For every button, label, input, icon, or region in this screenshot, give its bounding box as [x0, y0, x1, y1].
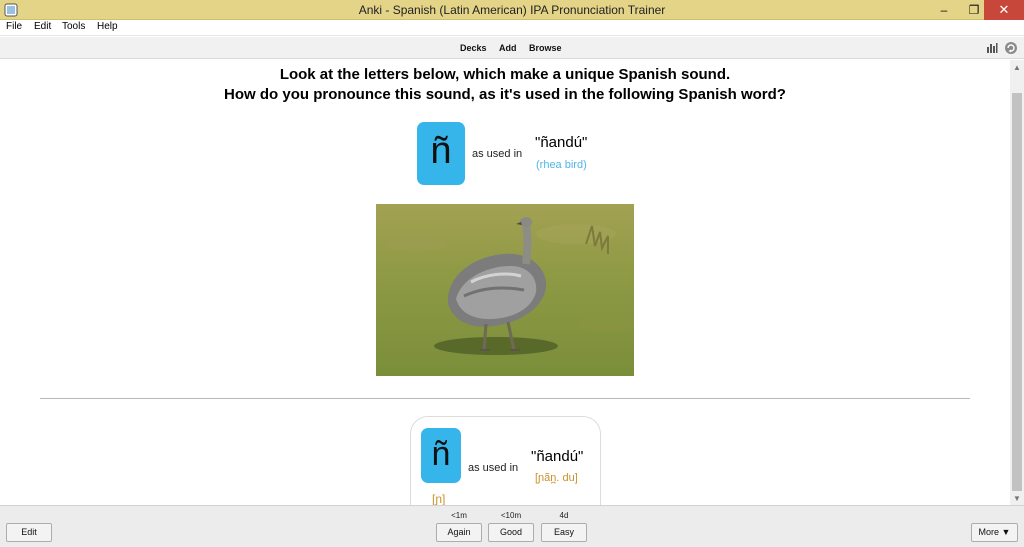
as-used-in-label: as used in	[472, 148, 523, 160]
rhea-bird-photo	[376, 204, 634, 376]
question-line-2: How do you pronounce this sound, as it's…	[224, 86, 786, 103]
menu-bar: File Edit Tools Help	[0, 20, 1024, 36]
more-button[interactable]: More ▼	[971, 523, 1018, 542]
again-button[interactable]: Again	[436, 523, 482, 542]
answer-divider	[40, 398, 970, 399]
title-bar: Anki - Spanish (Latin American) IPA Pron…	[0, 0, 1024, 20]
again-interval: <1m	[451, 511, 467, 520]
stats-icon[interactable]	[986, 42, 998, 54]
minimize-button[interactable]: –	[930, 0, 958, 20]
scroll-up-arrow-icon[interactable]: ▲	[1013, 63, 1021, 72]
vertical-scrollbar[interactable]: ▲ ▼	[1010, 60, 1024, 505]
letter-tile: ñ	[417, 122, 465, 185]
answer-example-word: "ñandú"	[531, 448, 584, 465]
menu-help[interactable]: Help	[97, 21, 118, 32]
menu-tools[interactable]: Tools	[62, 21, 85, 32]
card-view: Look at the letters below, which make a …	[0, 60, 1010, 505]
decks-link[interactable]: Decks	[460, 43, 487, 53]
easy-button[interactable]: Easy	[541, 523, 587, 542]
question-line-1: Look at the letters below, which make a …	[279, 66, 731, 83]
review-bottom-bar: Edit <1m <10m 4d Again Good Easy More ▼	[0, 505, 1024, 547]
edit-card-button[interactable]: Edit	[6, 523, 52, 542]
sync-icon[interactable]	[1004, 41, 1018, 55]
window-title: Anki - Spanish (Latin American) IPA Pron…	[358, 3, 666, 17]
easy-interval: 4d	[559, 511, 569, 520]
answer-letter-tile: ñ	[421, 428, 461, 483]
scroll-thumb[interactable]	[1012, 93, 1022, 491]
add-link[interactable]: Add	[499, 43, 517, 53]
menu-edit[interactable]: Edit	[34, 21, 51, 32]
word-gloss: (rhea bird)	[536, 159, 587, 171]
good-interval: <10m	[500, 511, 522, 520]
browse-link[interactable]: Browse	[529, 43, 562, 53]
close-button[interactable]: ✕	[984, 0, 1024, 20]
answer-ipa-sound: [ɲ]	[432, 492, 446, 505]
main-toolbar: Decks Add Browse	[0, 37, 1024, 59]
scroll-down-arrow-icon[interactable]: ▼	[1013, 494, 1021, 503]
good-button[interactable]: Good	[488, 523, 534, 542]
answer-as-used-in-label: as used in	[468, 462, 519, 474]
answer-ipa-word: [ɲãn̪. du]	[535, 472, 578, 484]
menu-file[interactable]: File	[6, 21, 22, 32]
example-word: "ñandú"	[535, 134, 588, 151]
